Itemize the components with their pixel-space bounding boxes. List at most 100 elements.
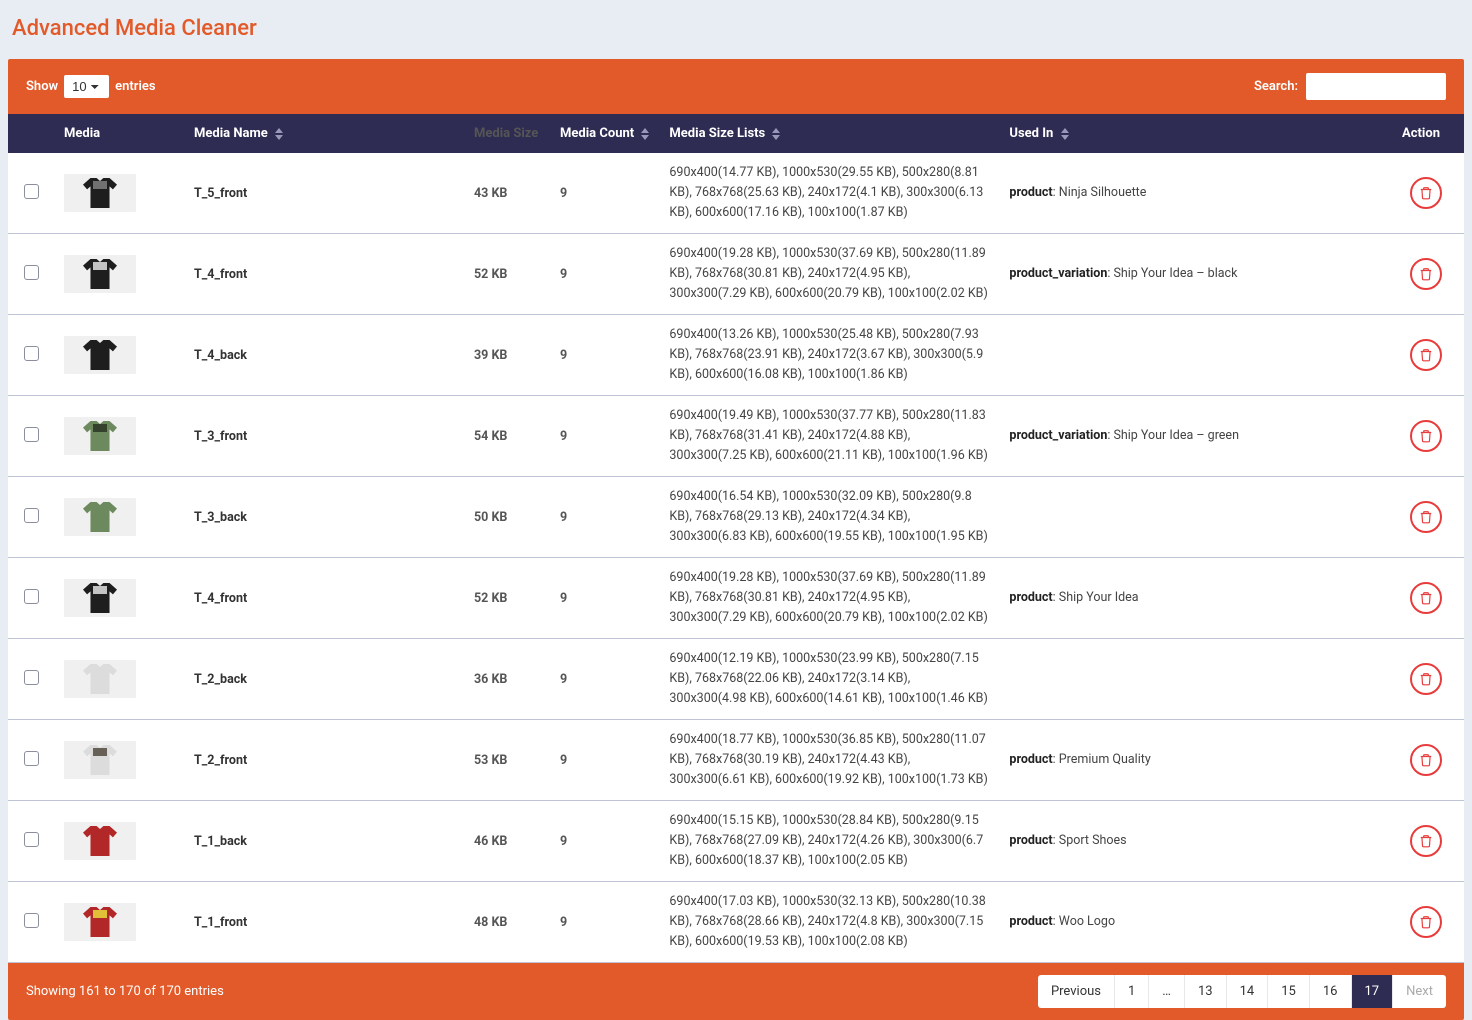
sort-icon	[1061, 128, 1069, 140]
col-header-name-label: Media Name	[194, 126, 268, 141]
media-count: 9	[550, 234, 659, 315]
trash-icon	[1419, 348, 1433, 362]
media-thumbnail[interactable]	[64, 498, 136, 536]
sort-icon	[275, 128, 283, 140]
col-header-action: Action	[1392, 114, 1464, 153]
search-input[interactable]	[1306, 73, 1446, 100]
media-thumbnail[interactable]	[64, 660, 136, 698]
media-thumbnail[interactable]	[64, 174, 136, 212]
media-size-list: 690x400(18.77 KB), 1000x530(36.85 KB), 5…	[659, 720, 999, 801]
delete-button[interactable]	[1410, 744, 1442, 776]
used-in: product_variation: Ship Your Idea – blac…	[999, 234, 1392, 315]
row-checkbox[interactable]	[24, 589, 39, 604]
media-name: T_4_front	[184, 558, 464, 639]
media-size-list: 690x400(14.77 KB), 1000x530(29.55 KB), 5…	[659, 153, 999, 234]
page-13[interactable]: 13	[1185, 975, 1227, 1008]
table-row: T_3_back 50 KB 9 690x400(16.54 KB), 1000…	[8, 477, 1464, 558]
used-in	[999, 639, 1392, 720]
col-header-sizelist[interactable]: Media Size Lists	[659, 114, 999, 153]
trash-icon	[1419, 672, 1433, 686]
media-size: 53 KB	[464, 720, 550, 801]
delete-button[interactable]	[1410, 825, 1442, 857]
trash-icon	[1419, 591, 1433, 605]
row-checkbox[interactable]	[24, 913, 39, 928]
page-17[interactable]: 17	[1352, 975, 1394, 1008]
media-name: T_1_front	[184, 882, 464, 963]
col-header-media: Media	[54, 114, 184, 153]
trash-icon	[1419, 267, 1433, 281]
delete-button[interactable]	[1410, 177, 1442, 209]
tshirt-icon	[83, 340, 117, 370]
trash-icon	[1419, 186, 1433, 200]
table-row: T_5_front 43 KB 9 690x400(14.77 KB), 100…	[8, 153, 1464, 234]
col-header-count[interactable]: Media Count	[550, 114, 659, 153]
delete-button[interactable]	[1410, 420, 1442, 452]
media-count: 9	[550, 801, 659, 882]
media-thumbnail[interactable]	[64, 903, 136, 941]
delete-button[interactable]	[1410, 339, 1442, 371]
col-header-checkbox	[8, 114, 54, 153]
delete-button[interactable]	[1410, 906, 1442, 938]
row-checkbox[interactable]	[24, 508, 39, 523]
tshirt-icon	[83, 664, 117, 694]
trash-icon	[1419, 915, 1433, 929]
sort-icon	[641, 128, 649, 140]
page-16[interactable]: 16	[1310, 975, 1352, 1008]
trash-icon	[1419, 429, 1433, 443]
table-row: T_1_front 48 KB 9 690x400(17.03 KB), 100…	[8, 882, 1464, 963]
media-thumbnail[interactable]	[64, 417, 136, 455]
page-15[interactable]: 15	[1268, 975, 1310, 1008]
row-checkbox[interactable]	[24, 265, 39, 280]
media-size: 46 KB	[464, 801, 550, 882]
media-count: 9	[550, 882, 659, 963]
delete-button[interactable]	[1410, 258, 1442, 290]
tshirt-icon	[83, 907, 117, 937]
row-checkbox[interactable]	[24, 184, 39, 199]
media-count: 9	[550, 315, 659, 396]
delete-button[interactable]	[1410, 501, 1442, 533]
tshirt-icon	[83, 178, 117, 208]
search-label: Search:	[1254, 79, 1298, 94]
entries-select[interactable]: 10	[64, 75, 109, 98]
page-1[interactable]: 1	[1115, 975, 1149, 1008]
media-thumbnail[interactable]	[64, 579, 136, 617]
table-row: T_2_front 53 KB 9 690x400(18.77 KB), 100…	[8, 720, 1464, 801]
page-previous[interactable]: Previous	[1038, 975, 1115, 1008]
page-title: Advanced Media Cleaner	[12, 16, 1464, 41]
table-row: T_3_front 54 KB 9 690x400(19.49 KB), 100…	[8, 396, 1464, 477]
table-row: T_2_back 36 KB 9 690x400(12.19 KB), 1000…	[8, 639, 1464, 720]
delete-button[interactable]	[1410, 663, 1442, 695]
media-count: 9	[550, 477, 659, 558]
media-name: T_4_front	[184, 234, 464, 315]
page-14[interactable]: 14	[1227, 975, 1269, 1008]
media-thumbnail[interactable]	[64, 255, 136, 293]
media-thumbnail[interactable]	[64, 741, 136, 779]
used-in	[999, 477, 1392, 558]
trash-icon	[1419, 510, 1433, 524]
table-info: Showing 161 to 170 of 170 entries	[26, 984, 224, 999]
sort-icon	[772, 128, 780, 140]
col-header-name[interactable]: Media Name	[184, 114, 464, 153]
media-name: T_3_front	[184, 396, 464, 477]
media-name: T_2_back	[184, 639, 464, 720]
media-size: 54 KB	[464, 396, 550, 477]
row-checkbox[interactable]	[24, 427, 39, 442]
media-count: 9	[550, 153, 659, 234]
col-header-usedin[interactable]: Used In	[999, 114, 1392, 153]
trash-icon	[1419, 834, 1433, 848]
row-checkbox[interactable]	[24, 670, 39, 685]
used-in	[999, 315, 1392, 396]
data-card: Show 10 entries Search: Media Media Name	[8, 59, 1464, 1020]
row-checkbox[interactable]	[24, 751, 39, 766]
col-header-size: Media Size	[464, 114, 550, 153]
table-row: T_4_front 52 KB 9 690x400(19.28 KB), 100…	[8, 234, 1464, 315]
page-next: Next	[1393, 975, 1446, 1008]
delete-button[interactable]	[1410, 582, 1442, 614]
media-size: 50 KB	[464, 477, 550, 558]
media-name: T_1_back	[184, 801, 464, 882]
row-checkbox[interactable]	[24, 346, 39, 361]
row-checkbox[interactable]	[24, 832, 39, 847]
media-thumbnail[interactable]	[64, 336, 136, 374]
media-thumbnail[interactable]	[64, 822, 136, 860]
used-in: product: Sport Shoes	[999, 801, 1392, 882]
